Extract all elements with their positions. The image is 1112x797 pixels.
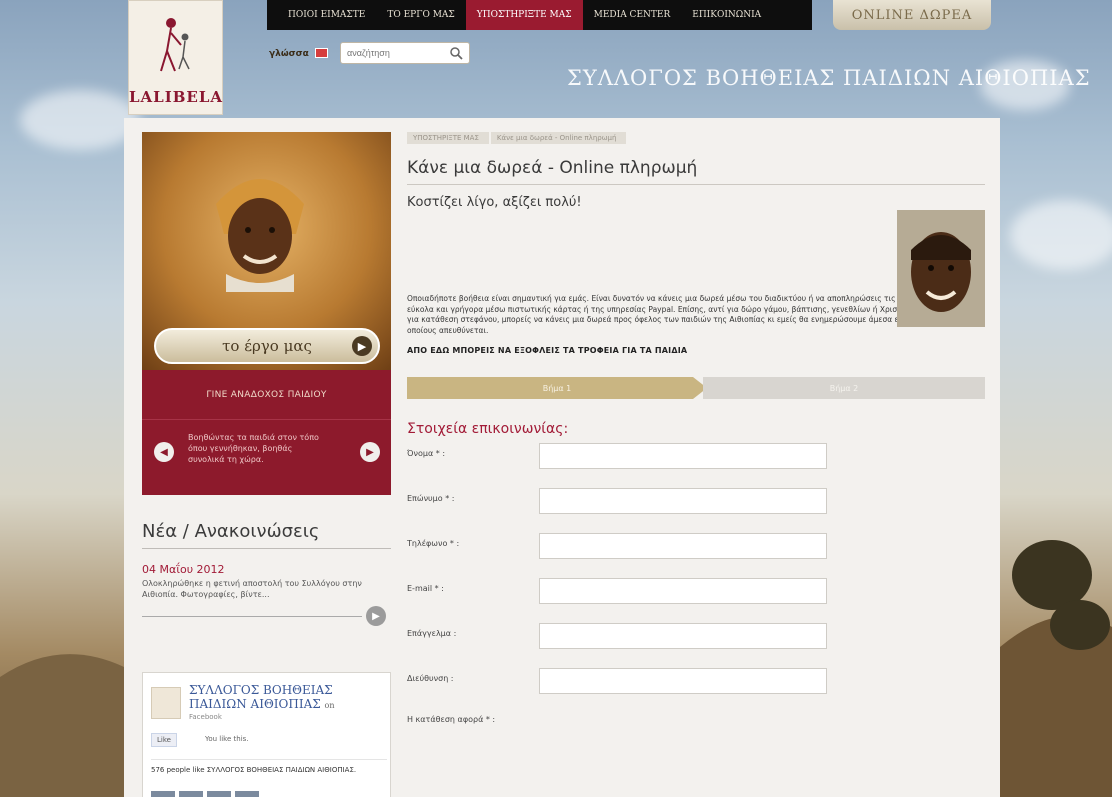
address-field[interactable] (539, 668, 827, 694)
chevron-right-icon[interactable]: ▶ (366, 606, 386, 626)
nav-item-support-us[interactable]: ΥΠΟΣΤΗΡΙΞΤΕ ΜΑΣ (465, 0, 583, 30)
form-row-deposit-purpose: Η κατάθεση αφορά * : (407, 709, 985, 746)
our-work-button[interactable]: το έργο μας ▶ (154, 328, 380, 364)
page-subtitle: Κοστίζει λίγο, αξίζει πολύ! (407, 195, 582, 210)
next-arrow-icon[interactable]: ▶ (360, 442, 380, 462)
greek-flag-icon[interactable] (315, 48, 328, 58)
sidebar: το έργο μας ▶ ΓΙΝΕ ΑΝΑΔΟΧΟΣ ΠΑΙΔΙΟΥ ◀ Βο… (142, 132, 391, 797)
facebook-like-count: 576 people like ΣΥΛΛΟΓΟΣ ΒΟΗΘΕΙΑΣ ΠΑΙΔΙΩ… (151, 759, 387, 775)
top-navigation: ΠΟΙΟΙ ΕΙΜΑΣΤΕ ΤΟ ΕΡΓΟ ΜΑΣ ΥΠΟΣΤΗΡΙΞΤΕ ΜΑ… (267, 0, 812, 30)
content-panel: το έργο μας ▶ ΓΙΝΕ ΑΝΑΔΟΧΟΣ ΠΑΙΔΙΟΥ ◀ Βο… (124, 118, 1000, 797)
facebook-platform-label: Facebook (189, 713, 222, 721)
step-1-tab[interactable]: Βήμα 1 (407, 377, 707, 399)
adopt-child-box: ΓΙΝΕ ΑΝΑΔΟΧΟΣ ΠΑΙΔΙΟΥ ◀ Βοηθώντας τα παι… (142, 370, 391, 495)
nav-item-contact[interactable]: ΕΠΙΚΟΙΝΩΝΙΑ (681, 0, 772, 30)
online-donation-button[interactable]: ONLINE ΔΩΡΕΑ (833, 0, 991, 30)
divider (142, 616, 362, 617)
fan-avatar[interactable] (207, 791, 231, 797)
last-name-label: Επώνυμο * : (407, 494, 455, 503)
first-name-label: Όνομα * : (407, 449, 446, 458)
email-label: E-mail * : (407, 584, 444, 593)
news-excerpt[interactable]: Ολοκληρώθηκε η φετινή αποστολή του Συλλό… (142, 578, 378, 600)
profession-field[interactable] (539, 623, 827, 649)
background-tree (1050, 600, 1110, 650)
adopt-child-text: Βοηθώντας τα παιδιά στον τόπο όπου γεννή… (188, 433, 319, 464)
main-content: ΥΠΟΣΤΗΡΙΞΤΕ ΜΑΣ Κάνε μια δωρεά - Online … (407, 132, 985, 746)
child-portrait-image (216, 179, 304, 292)
last-name-field[interactable] (539, 488, 827, 514)
tuition-notice: ΑΠΟ ΕΔΩ ΜΠΟΡΕΙΣ ΝΑ ΕΞΟΦΛΕΙΣ ΤΑ ΤΡΟΦΕΙΑ Γ… (407, 346, 688, 355)
adopt-child-title[interactable]: ΓΙΝΕ ΑΝΑΔΟΧΟΣ ΠΑΙΔΙΟΥ (142, 370, 391, 420)
deposit-purpose-label: Η κατάθεση αφορά * : (407, 715, 496, 724)
logo-text: LALIBELA (129, 88, 224, 106)
facebook-like-text: You like this. (205, 735, 249, 743)
nav-item-our-work[interactable]: ΤΟ ΕΡΓΟ ΜΑΣ (376, 0, 465, 30)
news-date[interactable]: 04 Μαΐου 2012 (142, 563, 391, 576)
language-label: γλώσσα (269, 49, 309, 59)
form-row-address: Διεύθυνση : (407, 668, 985, 705)
breadcrumb-item[interactable]: ΥΠΟΣΤΗΡΙΞΤΕ ΜΑΣ (407, 132, 489, 144)
facebook-widget: ΣΥΛΛΟΓΟΣ ΒΟΗΘΕΙΑΣ ΠΑΙΔΙΩΝ ΑΙΘΙΟΠΙΑΣ on F… (142, 672, 391, 797)
nav-item-who-we-are[interactable]: ΠΟΙΟΙ ΕΙΜΑΣΤΕ (277, 0, 376, 30)
hero-image: το έργο μας ▶ (142, 132, 391, 370)
email-field[interactable] (539, 578, 827, 604)
site-title: ΣΥΛΛΟΓΟΣ ΒΟΗΘΕΙΑΣ ΠΑΙΔΙΩΝ ΑΙΘΙΟΠΙΑΣ (567, 66, 1091, 90)
form-row-email: E-mail * : (407, 578, 985, 615)
first-name-field[interactable] (539, 443, 827, 469)
sky-cloud (1010, 200, 1112, 270)
fan-avatar[interactable] (151, 791, 175, 797)
breadcrumb-item[interactable]: Κάνε μια δωρεά - Online πληρωμή (490, 132, 627, 144)
step-progress: Βήμα 1 Βήμα 2 (407, 377, 985, 399)
fan-avatar[interactable] (179, 791, 203, 797)
facebook-page-logo[interactable] (151, 687, 181, 719)
news-title: Νέα / Ανακοινώσεις (142, 521, 391, 549)
address-label: Διεύθυνση : (407, 674, 454, 683)
contact-details-title: Στοιχεία επικοινωνίας: (407, 421, 569, 437)
profession-label: Επάγγελμα : (407, 629, 457, 638)
phone-label: Τηλέφωνο * : (407, 539, 460, 548)
our-work-button-label: το έργο μας (222, 337, 312, 355)
form-row-first-name: Όνομα * : (407, 443, 985, 480)
step-2-tab[interactable]: Βήμα 2 (703, 377, 985, 399)
search-icon[interactable] (449, 46, 463, 60)
facebook-page-name[interactable]: ΣΥΛΛΟΓΟΣ ΒΟΗΘΕΙΑΣ ΠΑΙΔΙΩΝ ΑΙΘΙΟΠΙΑΣ on (189, 683, 379, 713)
breadcrumb: ΥΠΟΣΤΗΡΙΞΤΕ ΜΑΣ Κάνε μια δωρεά - Online … (407, 132, 985, 144)
previous-arrow-icon[interactable]: ◀ (154, 442, 174, 462)
facebook-like-button[interactable]: Like (151, 733, 177, 747)
fan-avatar[interactable] (235, 791, 259, 797)
form-row-phone: Τηλέφωνο * : (407, 533, 985, 570)
facebook-on-label: on (324, 701, 335, 710)
nav-item-media-center[interactable]: MEDIA CENTER (583, 0, 682, 30)
chevron-right-icon: ▶ (352, 336, 372, 356)
form-row-last-name: Επώνυμο * : (407, 488, 985, 525)
news-more: ▶ (142, 604, 391, 628)
phone-field[interactable] (539, 533, 827, 559)
facebook-fan-thumbnails (151, 791, 259, 797)
sky-cloud (20, 90, 140, 150)
lalibela-logo[interactable]: LALIBELA (128, 0, 223, 115)
facebook-page-title: ΣΥΛΛΟΓΟΣ ΒΟΗΘΕΙΑΣ ΠΑΙΔΙΩΝ ΑΙΘΙΟΠΙΑΣ (189, 683, 333, 711)
page-title: Κάνε μια δωρεά - Online πληρωμή (407, 158, 985, 185)
smiling-girl-image (897, 210, 985, 327)
form-row-profession: Επάγγελμα : (407, 623, 985, 660)
walking-figures-icon (151, 13, 201, 75)
